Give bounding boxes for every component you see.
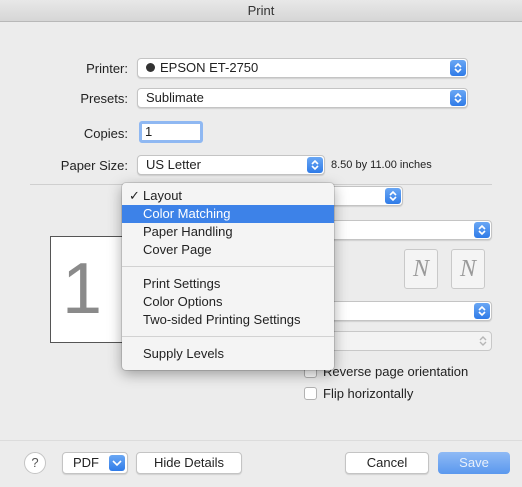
flip-horizontal-label: Flip horizontally xyxy=(323,386,414,401)
presets-value: Sublimate xyxy=(146,90,204,105)
printer-select[interactable]: EPSON ET-2750 xyxy=(137,58,468,78)
menu-item-two-sided-printing[interactable]: Two-sided Printing Settings xyxy=(122,311,334,329)
menu-item-layout[interactable]: ✓ Layout xyxy=(122,187,334,205)
pdf-button[interactable]: PDF xyxy=(62,452,128,474)
preview-page-number: 1 xyxy=(62,249,103,329)
menu-item-color-matching[interactable]: Color Matching xyxy=(122,205,334,223)
chevron-updown-icon xyxy=(474,303,490,319)
menu-item-label: Print Settings xyxy=(143,276,221,291)
presets-label: Presets: xyxy=(80,91,128,106)
window-title: Print xyxy=(0,0,522,22)
save-button[interactable]: Save xyxy=(438,452,510,474)
chevron-updown-icon xyxy=(450,90,466,106)
menu-item-supply-levels[interactable]: Supply Levels xyxy=(122,345,334,363)
menu-item-label: Supply Levels xyxy=(143,346,224,361)
paper-size-dimensions: 8.50 by 11.00 inches xyxy=(331,159,432,171)
chevron-updown-icon xyxy=(479,336,487,346)
paper-size-select[interactable]: US Letter xyxy=(137,155,325,175)
menu-item-label: Two-sided Printing Settings xyxy=(143,312,301,327)
menu-item-label: Color Matching xyxy=(143,206,231,221)
pdf-label: PDF xyxy=(73,455,99,470)
chevron-updown-icon xyxy=(474,222,490,238)
chevron-updown-icon xyxy=(307,157,323,173)
hide-details-button[interactable]: Hide Details xyxy=(136,452,242,474)
printer-value: EPSON ET-2750 xyxy=(160,60,259,75)
copies-input[interactable]: 1 xyxy=(139,121,203,143)
checkmark-icon: ✓ xyxy=(129,188,140,203)
copies-label: Copies: xyxy=(83,126,128,141)
menu-item-paper-handling[interactable]: Paper Handling xyxy=(122,223,334,241)
flip-horizontal-checkbox[interactable] xyxy=(304,387,317,400)
presets-select[interactable]: Sublimate xyxy=(137,88,468,108)
menu-separator xyxy=(122,266,334,267)
printer-status-icon xyxy=(146,63,155,72)
chevron-down-icon xyxy=(109,455,125,471)
paper-size-label: Paper Size: xyxy=(60,158,128,173)
section-dropdown-menu: ✓ Layout Color Matching Paper Handling C… xyxy=(122,183,334,370)
printer-label: Printer: xyxy=(86,61,128,76)
reverse-orientation-label: Reverse page orientation xyxy=(323,364,469,379)
menu-item-label: Color Options xyxy=(143,294,223,309)
help-button[interactable]: ? xyxy=(24,452,46,474)
orientation-option-1[interactable]: N xyxy=(404,249,438,289)
menu-item-print-settings[interactable]: Print Settings xyxy=(122,275,334,293)
footer-divider xyxy=(0,440,522,441)
menu-item-label: Cover Page xyxy=(143,242,212,257)
menu-separator xyxy=(122,336,334,337)
menu-item-label: Layout xyxy=(143,188,183,203)
menu-item-color-options[interactable]: Color Options xyxy=(122,293,334,311)
chevron-updown-icon xyxy=(385,188,401,204)
menu-item-label: Paper Handling xyxy=(143,224,233,239)
paper-size-value: US Letter xyxy=(146,157,201,172)
menu-item-cover-page[interactable]: Cover Page xyxy=(122,241,334,259)
chevron-updown-icon xyxy=(450,60,466,76)
orientation-option-2[interactable]: N xyxy=(451,249,485,289)
cancel-button[interactable]: Cancel xyxy=(345,452,429,474)
